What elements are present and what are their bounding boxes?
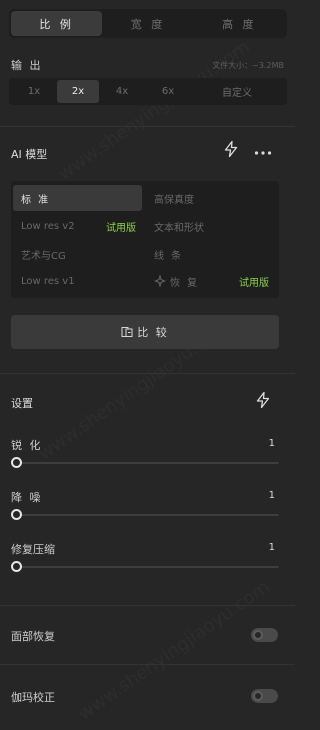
fix-compression-value: 1	[268, 542, 275, 553]
ai-model-grid: 标 准 高保真度 Low res v2 试用版 文本和形状 艺术与CG 线 条 …	[11, 181, 279, 298]
face-restore-label: 面部恢复	[11, 630, 55, 643]
sharpen-value: 1	[268, 438, 275, 449]
settings-title: 设置	[11, 397, 33, 410]
more-options-icon[interactable]	[254, 146, 272, 155]
model-standard[interactable]: 标 准	[13, 185, 142, 211]
tab-height[interactable]: 高 度	[194, 11, 285, 36]
face-restore-toggle[interactable]	[251, 628, 278, 642]
toggle-knob	[253, 691, 263, 701]
trial-badge: 试用版	[106, 222, 136, 234]
model-restore-label: 恢 复	[170, 277, 200, 289]
scale-2x[interactable]: 2x	[57, 80, 99, 103]
denoise-value: 1	[268, 490, 275, 501]
divider-2	[0, 373, 295, 374]
gamma-label: 伽玛校正	[11, 691, 55, 704]
denoise-label: 降 噪	[11, 491, 43, 504]
watermark-top: www.shenyingjiaoyu.com	[55, 36, 254, 184]
scale-4x[interactable]: 4x	[99, 80, 145, 103]
model-high-fidelity[interactable]: 高保真度	[146, 185, 275, 211]
divider-4	[0, 664, 295, 665]
output-label: 输 出	[11, 59, 43, 72]
tab-ratio[interactable]: 比 例	[11, 11, 103, 36]
settings-lightning-icon[interactable]	[254, 391, 272, 409]
sharpen-slider-knob[interactable]	[11, 457, 22, 468]
model-restore[interactable]: 恢 复 试用版	[146, 268, 275, 294]
sharpen-label: 锐 化	[11, 439, 43, 452]
model-lines[interactable]: 线 条	[146, 241, 275, 267]
divider-3	[0, 605, 295, 606]
scale-custom[interactable]: 自定义	[191, 80, 283, 103]
trial-badge: 试用版	[239, 277, 269, 289]
model-art-cg[interactable]: 艺术与CG	[13, 241, 142, 267]
fix-compression-label: 修复压缩	[11, 543, 55, 556]
model-low-res-v2[interactable]: Low res v2 试用版	[13, 213, 142, 239]
toggle-knob	[253, 630, 263, 640]
file-size-text: 文件大小：~3.2MB	[212, 61, 284, 70]
model-text-shape[interactable]: 文本和形状	[146, 213, 275, 239]
compare-button[interactable]: 比 较	[11, 315, 279, 349]
sharpen-slider-track[interactable]	[11, 462, 279, 464]
scale-6x[interactable]: 6x	[145, 80, 191, 103]
compare-label: 比 较	[137, 326, 169, 339]
output-scale-options: 1x 2x 4x 6x 自定义	[9, 78, 287, 105]
restore-icon	[154, 275, 166, 287]
compare-icon	[121, 326, 133, 338]
fix-compression-slider-track[interactable]	[11, 566, 279, 568]
ai-model-title: AI 模型	[11, 148, 48, 161]
tab-width[interactable]: 宽 度	[102, 11, 193, 36]
scale-1x[interactable]: 1x	[11, 80, 57, 103]
denoise-slider-track[interactable]	[11, 514, 279, 516]
model-low-res-v1[interactable]: Low res v1	[13, 268, 142, 294]
denoise-slider-knob[interactable]	[11, 509, 22, 520]
lightning-icon[interactable]	[222, 140, 240, 158]
watermark-bottom: www.shenyingjiaoyu.com	[75, 576, 274, 724]
divider-1	[0, 126, 295, 127]
fix-compression-slider-knob[interactable]	[11, 561, 22, 572]
model-low-res-v2-label: Low res v2	[21, 220, 75, 232]
gamma-toggle[interactable]	[251, 689, 278, 703]
dimension-mode-tabs: 比 例 宽 度 高 度	[9, 9, 287, 38]
